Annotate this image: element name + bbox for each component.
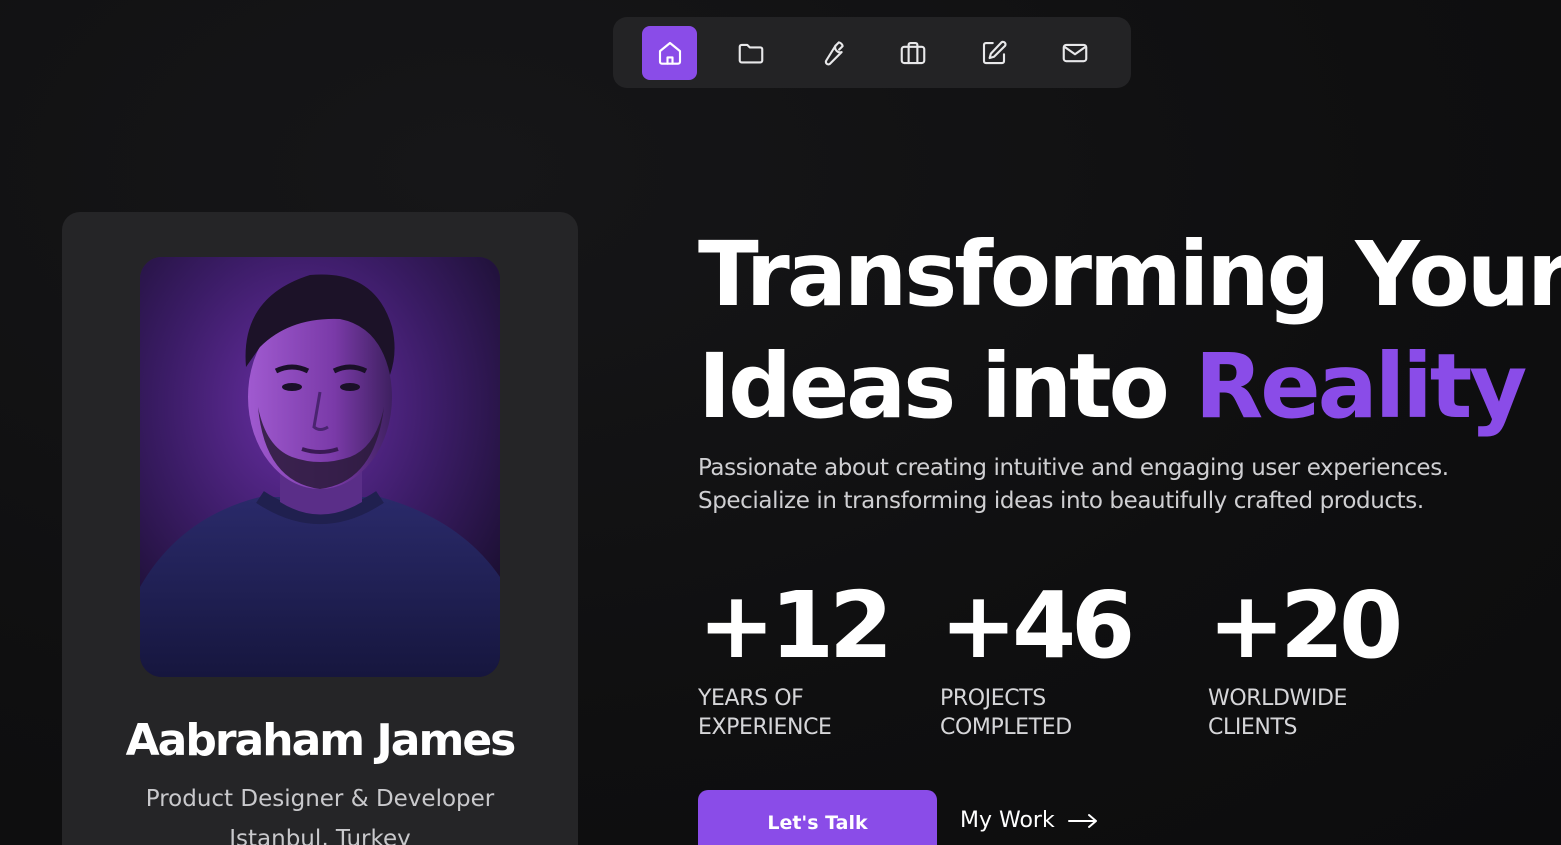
stat-label-line1: YEARS OF — [698, 686, 804, 711]
profile-card: Aabraham James Product Designer & Develo… — [62, 212, 578, 845]
profile-photo — [140, 257, 500, 677]
nav-blog-button[interactable] — [966, 26, 1021, 80]
hero-title-line2: Ideas into — [698, 334, 1195, 438]
stat-clients: +20 WORLDWIDE CLIENTS — [1208, 572, 1403, 742]
arrow-right-icon — [1067, 813, 1097, 828]
stat-value: +12 — [698, 572, 893, 679]
nav-home-button[interactable] — [642, 25, 697, 80]
stat-projects: +46 PROJECTS COMPLETED — [940, 572, 1135, 742]
profile-location: Istanbul, Turkey — [229, 826, 411, 845]
top-navigation — [613, 17, 1131, 88]
mail-icon — [1062, 43, 1087, 62]
hero-subtitle-line2: Specialize in transforming ideas into be… — [698, 488, 1424, 514]
nav-contact-button[interactable] — [1047, 26, 1102, 80]
edit-icon — [982, 40, 1007, 64]
portfolio-page: Aabraham James Product Designer & Develo… — [0, 0, 1561, 845]
nav-projects-button[interactable] — [723, 26, 778, 80]
stat-label-line2: EXPERIENCE — [698, 715, 832, 740]
hero-subtitle: Passionate about creating intuitive and … — [698, 452, 1518, 518]
lets-talk-button[interactable]: Let's Talk — [698, 790, 937, 845]
profile-role: Product Designer & Developer — [145, 786, 495, 812]
stat-label: YEARS OF EXPERIENCE — [698, 684, 888, 742]
folder-icon — [738, 43, 763, 63]
home-icon — [658, 41, 681, 65]
my-work-link[interactable]: My Work — [960, 808, 1099, 833]
my-work-label: My Work — [960, 808, 1055, 833]
briefcase-icon — [900, 41, 925, 64]
portrait-illustration — [140, 257, 500, 677]
hero-subtitle-line1: Passionate about creating intuitive and … — [698, 455, 1449, 481]
stat-label: WORLDWIDE CLIENTS — [1208, 684, 1398, 742]
hero-title-accent: Reality — [1194, 334, 1528, 438]
nav-experience-button[interactable] — [885, 26, 940, 80]
stat-experience: +12 YEARS OF EXPERIENCE — [698, 572, 893, 742]
hero-title-line1: Transforming Your — [698, 222, 1561, 326]
stat-label-line1: PROJECTS — [940, 686, 1046, 711]
wrench-icon — [824, 40, 844, 65]
nav-tools-button[interactable] — [804, 26, 859, 80]
stat-label: PROJECTS COMPLETED — [940, 684, 1130, 742]
stat-value: +46 — [940, 572, 1135, 679]
stat-label-line2: COMPLETED — [940, 715, 1072, 740]
stat-value: +20 — [1208, 572, 1403, 679]
hero-title: Transforming Your Ideas into Reality — [698, 218, 1561, 442]
profile-name: Aabraham James — [125, 715, 517, 766]
stat-label-line2: CLIENTS — [1208, 715, 1298, 740]
stat-label-line1: WORLDWIDE — [1208, 686, 1348, 711]
